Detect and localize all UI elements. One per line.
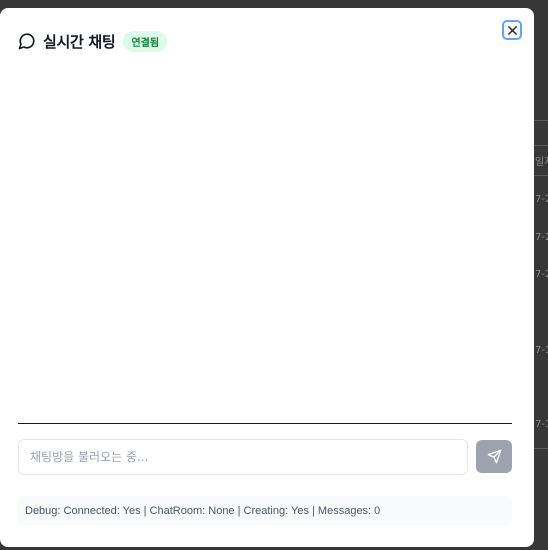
send-button[interactable] <box>476 440 512 473</box>
chat-modal: 실시간 채팅 연결됨 Debug: Connected: Yes | ChatR… <box>0 8 534 547</box>
background-divider <box>534 145 548 146</box>
background-cell: 7-2 <box>535 232 548 243</box>
debug-text: Debug: Connected: Yes | ChatRoom: None |… <box>25 504 381 517</box>
chat-message-input[interactable] <box>18 439 468 475</box>
background-cell: 7-2 <box>535 269 548 280</box>
background-divider <box>534 448 548 449</box>
background-column-header: 일자 <box>535 157 548 168</box>
send-icon <box>487 449 502 464</box>
close-icon <box>507 25 518 36</box>
background-divider <box>534 175 548 176</box>
background-cell: 7-1 <box>535 419 548 430</box>
message-list[interactable] <box>18 66 512 423</box>
close-button[interactable] <box>502 20 522 40</box>
debug-status-bar: Debug: Connected: Yes | ChatRoom: None |… <box>18 496 512 525</box>
message-list-divider <box>18 423 512 424</box>
modal-title: 실시간 채팅 <box>43 32 116 51</box>
background-divider <box>534 120 548 121</box>
message-circle-icon <box>18 32 36 50</box>
background-cell: 7-1 <box>535 345 548 356</box>
connection-status-badge: 연결됨 <box>123 30 168 52</box>
modal-header: 실시간 채팅 연결됨 <box>18 30 168 52</box>
background-cell: 7-2 <box>535 194 548 205</box>
